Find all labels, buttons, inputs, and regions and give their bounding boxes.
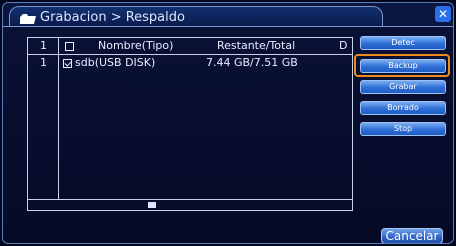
- header-remaining: Restante/Total: [217, 39, 296, 52]
- select-all-checkbox[interactable]: [65, 42, 74, 51]
- row-name: sdb(USB DISK): [75, 56, 156, 69]
- close-icon[interactable]: ✕: [435, 6, 451, 22]
- header-extra: D: [339, 39, 348, 52]
- row-remaining: 7.44 GB/7.51 GB: [206, 56, 298, 69]
- header-name: Nombre(Tipo): [98, 39, 174, 52]
- folder-icon: [20, 14, 36, 24]
- table-row[interactable]: 1 sdb(USB DISK) 7.44 GB/7.51 GB: [28, 55, 352, 71]
- title-tab: Grabacion > Respaldo: [9, 6, 383, 27]
- table-header: 1 Nombre(Tipo) Restante/Total D: [28, 38, 352, 55]
- stop-button[interactable]: Stop: [360, 122, 446, 136]
- cancel-button[interactable]: Cancelar: [381, 228, 443, 243]
- disk-table: 1 Nombre(Tipo) Restante/Total D 1 sdb(US…: [27, 37, 353, 211]
- record-button[interactable]: Grabar: [360, 80, 446, 94]
- header-index: 1: [40, 39, 47, 52]
- window-title: Grabacion > Respaldo: [40, 10, 185, 25]
- backup-dialog: Grabacion > Respaldo ✕ 1 Nombre(Tipo) Re…: [2, 2, 454, 244]
- detect-button[interactable]: Detec: [360, 36, 446, 50]
- horizontal-scrollbar[interactable]: [28, 199, 352, 210]
- title-bar: Grabacion > Respaldo ✕: [3, 3, 453, 27]
- row-index: 1: [40, 56, 47, 69]
- scroll-thumb[interactable]: [147, 202, 157, 208]
- backup-button[interactable]: Backup: [360, 59, 446, 73]
- erase-button[interactable]: Borrado: [360, 101, 446, 115]
- row-checkbox[interactable]: [63, 59, 72, 68]
